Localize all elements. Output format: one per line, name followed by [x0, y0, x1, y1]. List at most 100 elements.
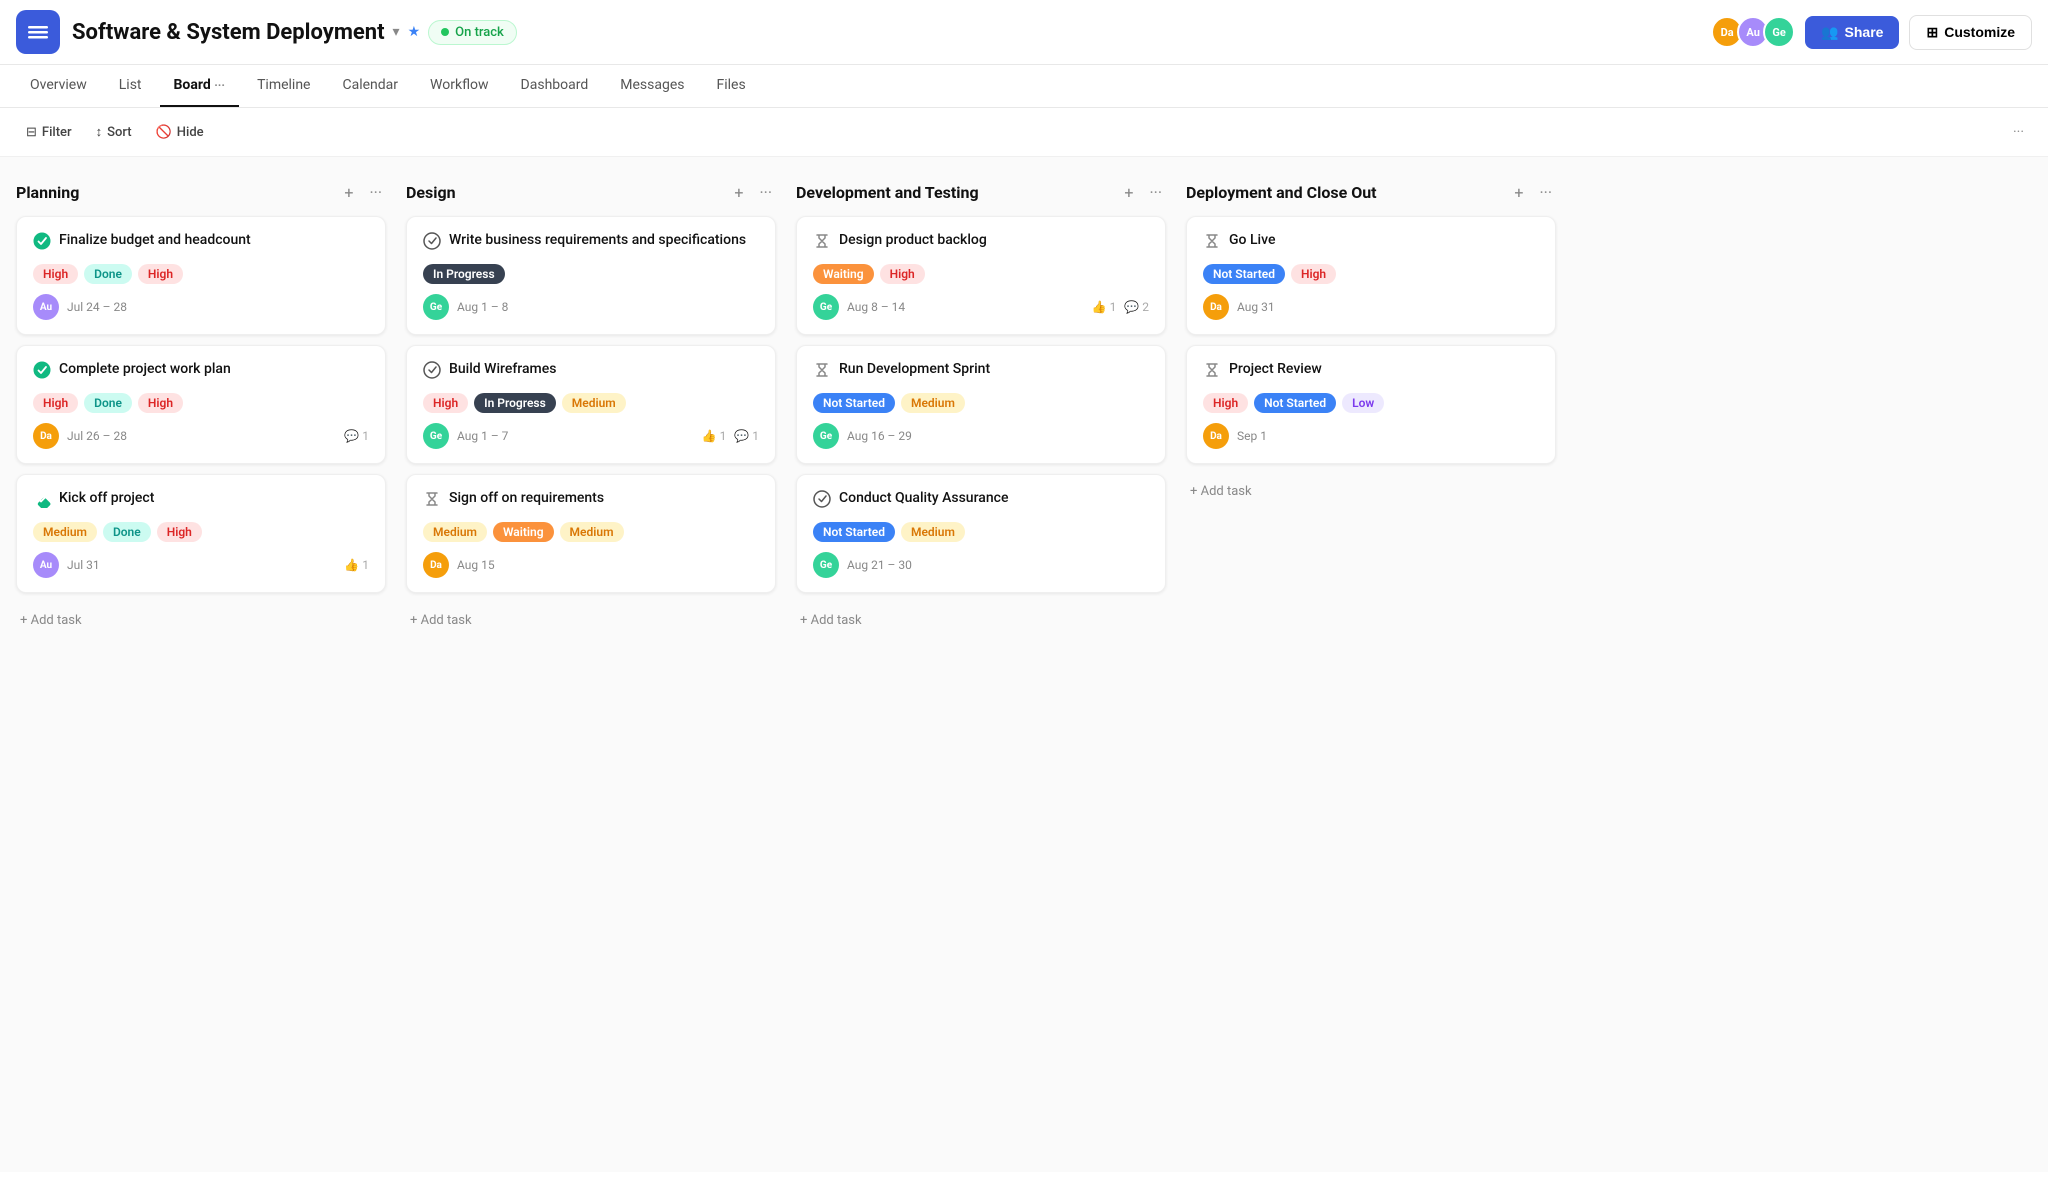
chevron-down-icon[interactable]: ▾ [393, 24, 400, 40]
tab-workflow[interactable]: Workflow [416, 65, 503, 107]
task-card[interactable]: Run Development Sprint Not Started Medium G… [796, 345, 1166, 464]
tag-medium[interactable]: Medium [562, 393, 626, 413]
tag-medium[interactable]: Medium [33, 522, 97, 542]
tab-timeline[interactable]: Timeline [243, 65, 324, 107]
card-title-row: Project Review [1203, 360, 1539, 383]
tag-not-started[interactable]: Not Started [813, 393, 895, 413]
card-date: Aug 21 – 30 [847, 558, 1149, 572]
more-options-button[interactable]: ··· [2005, 120, 2032, 144]
tag-in-progress[interactable]: In Progress [474, 393, 556, 413]
customize-button[interactable]: ⊞ Customize [1909, 15, 2032, 50]
nav-tabs: Overview List Board ··· Timeline Calenda… [0, 65, 2048, 108]
tag-waiting[interactable]: Waiting [813, 264, 874, 284]
tag-high[interactable]: High [33, 264, 78, 284]
column-add-button[interactable]: + [730, 181, 747, 204]
tag-medium[interactable]: Medium [423, 522, 487, 542]
filter-button[interactable]: ⊟ Filter [16, 119, 82, 146]
card-title: Design product backlog [839, 231, 987, 251]
task-card[interactable]: Project ReviewHighNot StartedLowDaSep 1 [1186, 345, 1556, 464]
avatar-ge[interactable]: Ge [1763, 16, 1795, 48]
card-meta-item: 👍 1 [702, 429, 727, 443]
column-more-button[interactable]: ··· [755, 181, 776, 204]
task-card[interactable]: Write business requirements and specific… [406, 216, 776, 335]
tag-high[interactable]: High [880, 264, 925, 284]
column-more-button[interactable]: ··· [1535, 181, 1556, 204]
task-card[interactable]: Sign off on requirements Medium Waiting Med… [406, 474, 776, 593]
column-header-deployment: Deployment and Close Out + ··· [1186, 177, 1556, 216]
tag-medium[interactable]: Medium [901, 393, 965, 413]
tag-medium[interactable]: Medium [560, 522, 624, 542]
share-button[interactable]: 👥 Share [1805, 16, 1899, 49]
tag-high[interactable]: High [157, 522, 202, 542]
task-card[interactable]: Go LiveNot StartedHighDaAug 31 [1186, 216, 1556, 335]
card-title-row: Sign off on requirements [423, 489, 759, 512]
column-add-button[interactable]: + [340, 181, 357, 204]
tag-done[interactable]: Done [84, 264, 132, 284]
card-tags: High In Progress Medium [423, 393, 759, 413]
tag-not-started[interactable]: Not Started [813, 522, 895, 542]
tag-not-started[interactable]: Not Started [1254, 393, 1336, 413]
column-more-button[interactable]: ··· [1145, 181, 1166, 204]
status-badge[interactable]: On track [428, 20, 517, 45]
tag-high[interactable]: High [138, 393, 183, 413]
column-add-button[interactable]: + [1120, 181, 1137, 204]
tag-not-started[interactable]: Not Started [1203, 264, 1285, 284]
tab-calendar[interactable]: Calendar [329, 65, 413, 107]
hide-button[interactable]: 🚫 Hide [146, 119, 214, 146]
card-avatar: Ge [813, 423, 839, 449]
tab-list[interactable]: List [105, 65, 156, 107]
add-task-button[interactable]: + Add task [16, 603, 386, 638]
card-date: Aug 15 [457, 558, 759, 572]
task-card[interactable]: Finalize budget and headcount High Done Hig… [16, 216, 386, 335]
tab-board[interactable]: Board ··· [160, 65, 240, 107]
column-more-button[interactable]: ··· [365, 181, 386, 204]
card-title-row: Design product backlog [813, 231, 1149, 254]
column-add-button[interactable]: + [1510, 181, 1527, 204]
hide-icon: 🚫 [156, 125, 172, 140]
customize-icon: ⊞ [1926, 24, 1938, 41]
tag-done[interactable]: Done [103, 522, 151, 542]
card-tags: Not Started High [1203, 264, 1539, 284]
card-status-icon [813, 232, 831, 254]
tab-files[interactable]: Files [703, 65, 760, 107]
column-title: Planning [16, 183, 332, 202]
filter-icon: ⊟ [26, 125, 37, 140]
card-avatar: Da [423, 552, 449, 578]
card-title-row: Finalize budget and headcount [33, 231, 369, 254]
task-card[interactable]: Conduct Quality Assurance Not Started Medi… [796, 474, 1166, 593]
card-status-icon [1203, 232, 1221, 254]
tag-high[interactable]: High [1203, 393, 1248, 413]
star-icon[interactable]: ★ [408, 24, 421, 40]
tag-medium[interactable]: Medium [901, 522, 965, 542]
tag-low[interactable]: Low [1342, 393, 1384, 413]
tag-high[interactable]: High [138, 264, 183, 284]
tag-high[interactable]: High [423, 393, 468, 413]
menu-button[interactable] [16, 10, 60, 54]
tag-high[interactable]: High [33, 393, 78, 413]
task-card[interactable]: Build WireframesHighIn ProgressMediumGeA… [406, 345, 776, 464]
tag-waiting[interactable]: Waiting [493, 522, 554, 542]
card-status-icon [813, 490, 831, 512]
tab-overview[interactable]: Overview [16, 65, 101, 107]
card-title: Build Wireframes [449, 360, 556, 380]
card-footer: AuJul 24 – 28 [33, 294, 369, 320]
task-card[interactable]: Design product backlogWaitingHighGeAug 8… [796, 216, 1166, 335]
add-task-button[interactable]: + Add task [1186, 474, 1556, 509]
tab-dashboard[interactable]: Dashboard [507, 65, 603, 107]
card-footer: Da Aug 15 [423, 552, 759, 578]
task-card[interactable]: Kick off projectMediumDoneHighAuJul 31👍 … [16, 474, 386, 593]
tag-in-progress[interactable]: In Progress [423, 264, 505, 284]
card-status-icon [1203, 361, 1221, 383]
task-card[interactable]: Complete project work planHighDoneHighDa… [16, 345, 386, 464]
card-footer: GeAug 21 – 30 [813, 552, 1149, 578]
card-title-row: Conduct Quality Assurance [813, 489, 1149, 512]
sort-button[interactable]: ↕ Sort [86, 118, 142, 146]
add-task-button[interactable]: + Add task [406, 603, 776, 638]
tag-done[interactable]: Done [84, 393, 132, 413]
tag-high[interactable]: High [1291, 264, 1336, 284]
card-title: Run Development Sprint [839, 360, 990, 380]
avatar-group: Da Au Ge [1711, 16, 1795, 48]
tab-messages[interactable]: Messages [606, 65, 698, 107]
card-title: Go Live [1229, 231, 1275, 251]
add-task-button[interactable]: + Add task [796, 603, 1166, 638]
